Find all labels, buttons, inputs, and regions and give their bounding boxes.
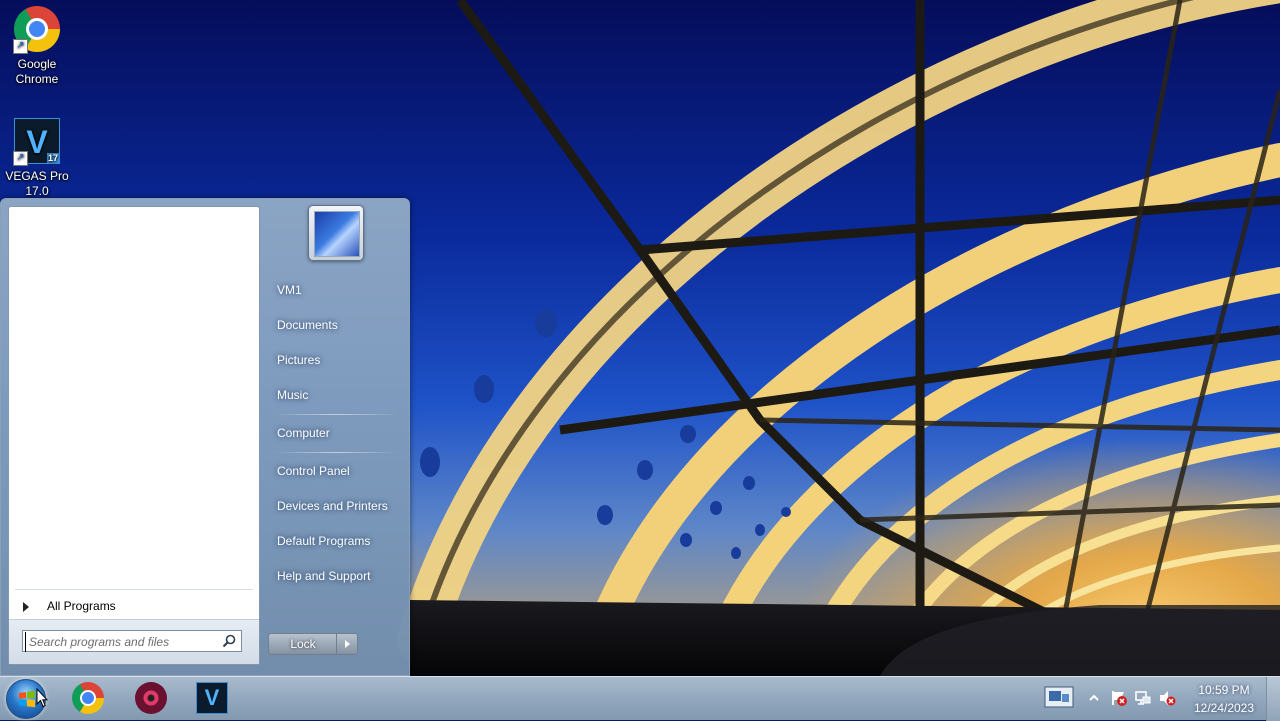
volume-muted-icon[interactable]	[1158, 689, 1176, 707]
start-menu-item-help-and-support[interactable]: Help and Support	[269, 561, 403, 591]
item-label: Default Programs	[277, 534, 371, 548]
taskbar-app-media-player[interactable]	[131, 679, 171, 717]
desktop-icon-label: Google	[17, 57, 57, 71]
divider	[273, 452, 399, 453]
pinned-programs-list	[9, 207, 259, 589]
shutdown-options-button[interactable]	[336, 633, 358, 655]
taskbar-app-vegas-pro[interactable]: V	[192, 679, 232, 717]
desktop-icon-google-chrome[interactable]: ↗ Google Chrome	[0, 6, 74, 87]
user-avatar-image	[314, 211, 360, 257]
search-box[interactable]	[22, 630, 242, 652]
desktop-icon-label: 17.0	[25, 184, 49, 198]
arrow-right-icon	[345, 640, 350, 648]
clock-date[interactable]: 12/24/2023	[1184, 701, 1264, 715]
show-desktop-button[interactable]	[1266, 677, 1280, 721]
item-label: Documents	[277, 318, 338, 332]
start-menu-item-pictures[interactable]: Pictures	[269, 345, 403, 375]
all-programs-label: All Programs	[47, 599, 116, 613]
search-bar-area	[9, 619, 259, 664]
divider	[15, 589, 253, 590]
windows-logo-icon	[19, 690, 35, 708]
start-menu-item-music[interactable]: Music	[269, 380, 403, 410]
vegas-pro-icon: V 17 ↗	[13, 118, 61, 166]
clock-time[interactable]: 10:59 PM	[1184, 683, 1264, 697]
lock-button[interactable]: Lock	[268, 633, 337, 655]
item-label: Devices and Printers	[277, 499, 388, 513]
start-menu-item-documents[interactable]: Documents	[269, 310, 403, 340]
item-label: Help and Support	[277, 569, 371, 583]
shortcut-arrow-icon: ↗	[13, 39, 28, 54]
start-menu-item-default-programs[interactable]: Default Programs	[269, 526, 403, 556]
search-input[interactable]	[25, 632, 221, 652]
start-menu-item-devices-and-printers[interactable]: Devices and Printers	[269, 491, 403, 521]
media-player-icon	[135, 682, 167, 714]
show-hidden-icons-chevron-icon[interactable]	[1088, 693, 1100, 703]
mouse-cursor-icon	[36, 688, 48, 708]
all-programs-button[interactable]: All Programs	[15, 593, 253, 619]
start-menu: All Programs VM1 Documents Pictures Musi…	[0, 198, 410, 676]
desktop-icon-label: VEGAS Pro	[5, 169, 69, 183]
divider	[273, 414, 399, 415]
item-label: Music	[277, 388, 309, 402]
start-menu-left-pane: All Programs	[8, 206, 260, 665]
action-center-flag-icon[interactable]	[1110, 689, 1128, 707]
vegas-pro-icon: V	[196, 682, 228, 714]
chrome-icon	[72, 682, 104, 714]
keyboard-language-icon[interactable]	[1044, 685, 1074, 709]
chrome-icon: ↗	[13, 6, 61, 54]
start-menu-item-computer[interactable]: Computer	[269, 418, 403, 448]
network-icon[interactable]	[1134, 689, 1152, 707]
start-menu-item-control-panel[interactable]: Control Panel	[269, 456, 403, 486]
user-account-picture[interactable]	[308, 205, 364, 261]
desktop-icon-label: Chrome	[15, 72, 59, 86]
item-label: Control Panel	[277, 464, 350, 478]
taskbar-app-chrome[interactable]	[68, 679, 108, 717]
item-label: Pictures	[277, 353, 321, 367]
shortcut-arrow-icon: ↗	[13, 151, 28, 166]
arrow-right-icon	[23, 601, 29, 612]
desktop-icon-vegas-pro[interactable]: V 17 ↗ VEGAS Pro 17.0	[0, 118, 74, 199]
search-icon[interactable]	[222, 634, 236, 648]
item-label: Computer	[277, 426, 330, 440]
start-menu-item-user-folder[interactable]: VM1	[269, 275, 403, 305]
item-label: VM1	[277, 283, 302, 297]
lock-label: Lock	[290, 637, 316, 651]
taskbar: V 10:59 PM 12/24/2023	[0, 676, 1280, 721]
